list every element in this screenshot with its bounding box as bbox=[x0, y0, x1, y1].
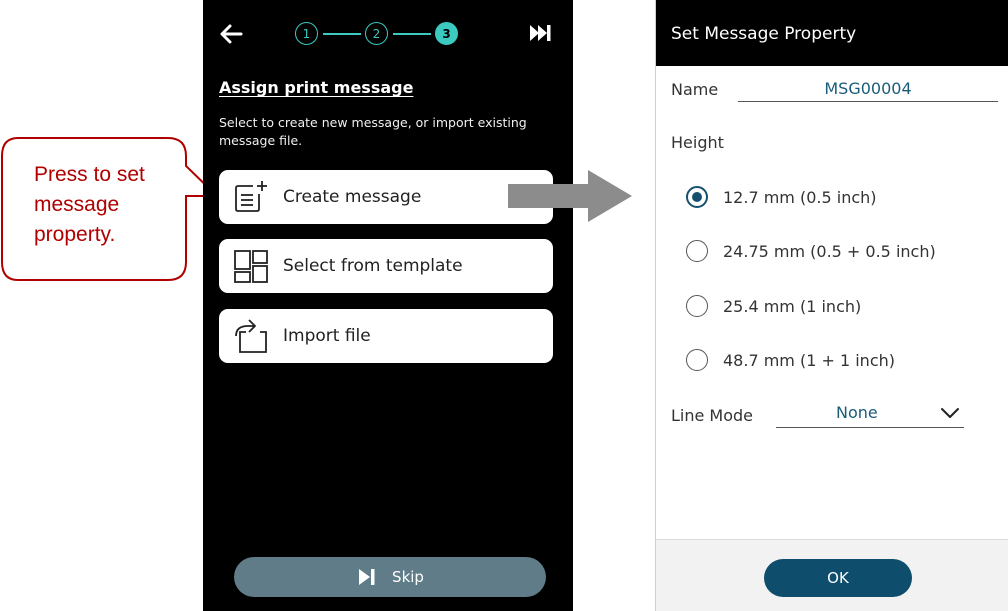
step-1: 1 bbox=[295, 22, 318, 45]
radio-checked-icon bbox=[686, 186, 708, 208]
height-option-24-75mm[interactable]: 24.75 mm (0.5 + 0.5 inch) bbox=[686, 240, 936, 262]
skip-button[interactable]: Skip bbox=[234, 557, 546, 597]
name-input[interactable]: MSG00004 bbox=[738, 75, 998, 102]
select-from-template-button[interactable]: Select from template bbox=[219, 239, 553, 293]
fast-forward-button[interactable] bbox=[527, 20, 553, 46]
setup-screen: 1 2 3 Assign print message Select to cre… bbox=[203, 0, 573, 611]
skip-label: Skip bbox=[392, 568, 424, 586]
height-option-12-7mm[interactable]: 12.7 mm (0.5 inch) bbox=[686, 186, 877, 208]
line-mode-value: None bbox=[836, 403, 878, 422]
skip-to-end-icon bbox=[530, 25, 551, 41]
step-2: 2 bbox=[365, 22, 388, 45]
callout-text: Press to set message property. bbox=[34, 163, 145, 246]
back-button[interactable] bbox=[217, 18, 247, 48]
line-mode-select[interactable]: None bbox=[776, 400, 964, 428]
dialog-title: Set Message Property bbox=[656, 0, 1008, 66]
height-option-label: 25.4 mm (1 inch) bbox=[723, 296, 862, 316]
chevron-down-icon bbox=[941, 408, 959, 418]
dialog-footer: OK bbox=[656, 539, 1008, 611]
name-label: Name bbox=[671, 80, 719, 99]
new-document-icon bbox=[235, 181, 267, 212]
height-option-label: 24.75 mm (0.5 + 0.5 inch) bbox=[723, 241, 936, 261]
import-file-icon bbox=[235, 319, 267, 353]
create-message-button[interactable]: Create message bbox=[219, 170, 553, 224]
step-indicator: 1 2 3 bbox=[295, 22, 495, 48]
set-message-property-dialog: Set Message Property Name MSG00004 Heigh… bbox=[655, 0, 1008, 611]
step-connector bbox=[393, 33, 431, 35]
import-file-label: Import file bbox=[283, 326, 371, 346]
height-label: Height bbox=[671, 133, 724, 152]
radio-unchecked-icon bbox=[686, 240, 708, 262]
create-message-label: Create message bbox=[283, 187, 422, 207]
back-arrow-icon bbox=[220, 24, 243, 44]
line-mode-label: Line Mode bbox=[671, 406, 754, 425]
radio-unchecked-icon bbox=[686, 349, 708, 371]
transition-arrow-icon bbox=[508, 170, 632, 222]
height-option-48-7mm[interactable]: 48.7 mm (1 + 1 inch) bbox=[686, 349, 895, 371]
skip-icon bbox=[359, 569, 375, 585]
step-3-active: 3 bbox=[435, 22, 458, 45]
select-from-template-label: Select from template bbox=[283, 256, 463, 276]
height-option-25-4mm[interactable]: 25.4 mm (1 inch) bbox=[686, 295, 861, 317]
import-file-button[interactable]: Import file bbox=[219, 309, 553, 363]
radio-unchecked-icon bbox=[686, 295, 708, 317]
page-title: Assign print message bbox=[219, 78, 414, 97]
page-description: Select to create new message, or import … bbox=[219, 115, 527, 148]
template-grid-icon bbox=[234, 250, 268, 283]
ok-button[interactable]: OK bbox=[764, 559, 912, 597]
height-option-label: 48.7 mm (1 + 1 inch) bbox=[723, 350, 895, 370]
height-option-label: 12.7 mm (0.5 inch) bbox=[723, 187, 877, 207]
step-connector bbox=[323, 33, 361, 35]
